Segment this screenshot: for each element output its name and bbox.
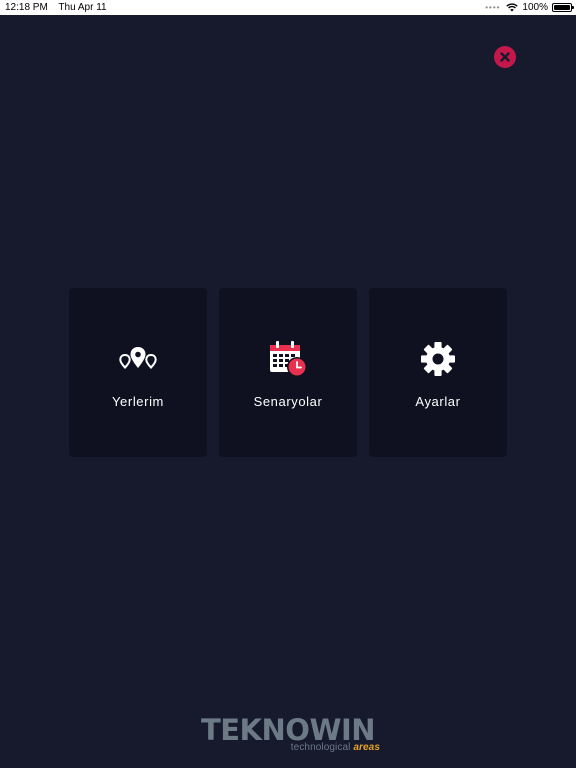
battery-icon — [552, 3, 574, 12]
logo-tagline: technological areas — [291, 742, 380, 754]
status-date: Thu Apr 11 — [58, 2, 107, 13]
calendar-clock-icon — [270, 341, 307, 377]
logo-tagline-accent: areas — [353, 742, 380, 753]
menu-card-label: Ayarlar — [415, 394, 461, 409]
main-menu: Yerlerim Senaryolar Ayarlar — [69, 288, 507, 457]
close-icon — [500, 52, 510, 62]
close-button[interactable] — [494, 46, 516, 68]
menu-card-yerlerim[interactable]: Yerlerim — [69, 288, 207, 457]
map-pins-icon — [119, 347, 157, 369]
battery-percent: 100% — [522, 2, 548, 13]
gear-icon — [421, 342, 455, 376]
menu-card-label: Senaryolar — [253, 394, 323, 409]
menu-card-ayarlar[interactable]: Ayarlar — [369, 288, 507, 457]
menu-card-label: Yerlerim — [111, 394, 164, 409]
status-time: 12:18 PM — [5, 2, 48, 13]
teknowin-logo: TEKNOWIN technological areas — [196, 714, 380, 756]
cellular-dots-icon: •••• — [485, 3, 501, 12]
wifi-icon — [506, 3, 519, 12]
menu-card-senaryolar[interactable]: Senaryolar — [219, 288, 357, 457]
logo-tagline-main: technological — [290, 742, 351, 753]
status-bar: 12:18 PM Thu Apr 11 •••• 100% — [0, 0, 576, 15]
